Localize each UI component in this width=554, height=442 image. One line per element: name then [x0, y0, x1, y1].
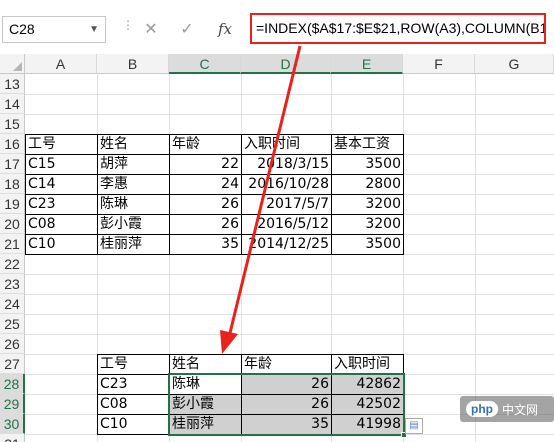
arrow-shaft	[228, 45, 302, 334]
arrow-head	[220, 330, 238, 354]
annotation-arrow	[220, 45, 302, 354]
